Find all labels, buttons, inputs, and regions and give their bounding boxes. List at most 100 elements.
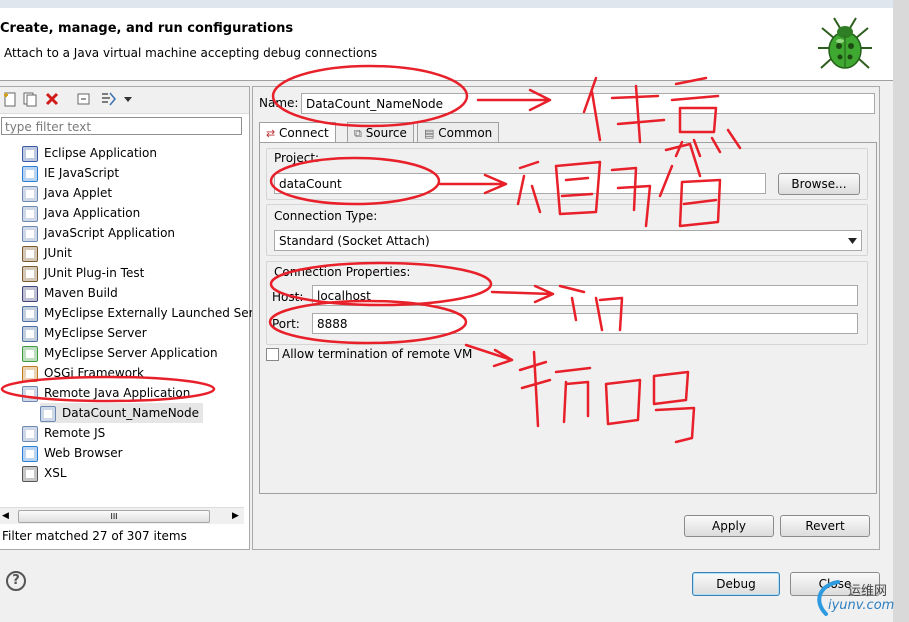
tab-common[interactable]: ▤ Common [417,122,500,143]
project-label: Project: [274,151,320,165]
name-label: Name: [259,96,299,110]
myeclipse-server-app-icon [22,345,38,362]
myeclipse-ext-icon [22,305,38,322]
duplicate-icon[interactable] [22,91,38,107]
osgi-icon [22,365,38,382]
junit-icon [22,245,38,262]
remote-config-icon [40,405,56,422]
java-app-icon [22,205,38,222]
configuration-tree: Eclipse Application IE JavaScript Java App… [0,143,254,503]
junit-plugin-icon [22,265,38,282]
source-icon: ⧉ [354,127,362,140]
browse-button[interactable]: Browse... [778,173,860,195]
connection-type-select[interactable]: Standard (Socket Attach) [274,230,862,251]
tree-item[interactable]: OSGi Framework [22,363,144,383]
revert-button[interactable]: Revert [780,515,870,537]
tree-item-label: Remote JS [44,426,106,440]
tree-item[interactable]: MyEclipse Server [22,323,147,343]
remote-js-icon [22,425,38,442]
dropdown-arrow-icon [848,238,857,244]
tree-item-label: Java Applet [44,186,113,200]
watermark-domain: iyunv.com [828,598,895,613]
eclipse-icon [22,145,38,162]
scroll-left-icon[interactable]: ◀ [2,511,9,521]
tree-item-label: JUnit Plug-in Test [44,266,145,280]
debug-button[interactable]: Debug [692,572,780,596]
tree-item-label: Web Browser [44,446,123,460]
tree-item-label: IE JavaScript [44,166,120,180]
applet-icon [22,185,38,202]
watermark-logo: 运维网 iyunv.com [812,578,896,618]
tree-item[interactable]: Remote JS [22,423,105,443]
watermark-brand: 运维网 [848,584,888,599]
tree-item-label: JUnit [44,246,72,260]
port-label: Port: [272,317,300,331]
tree-item-label: MyEclipse Externally Launched Ser [44,306,254,320]
chevron-down-icon[interactable] [120,91,136,107]
connection-type-value: Standard (Socket Attach) [279,234,430,248]
debug-bug-icon [818,17,872,69]
xsl-icon [22,465,38,482]
filter-status: Filter matched 27 of 307 items [2,529,187,543]
connect-icon: ⇄ [266,127,276,140]
collapse-all-icon[interactable] [76,91,92,107]
browser-icon [22,445,38,462]
tree-item[interactable]: JUnit [22,243,72,263]
tab-source-label: Source [365,126,407,140]
connection-properties-label: Connection Properties: [274,265,411,279]
tree-item[interactable]: DataCount_NameNode [40,403,204,423]
filter-input[interactable]: type filter text [1,117,242,135]
window-edge [893,0,909,622]
allow-termination-checkbox[interactable] [266,348,279,361]
host-label: Host: [272,290,304,304]
globe-icon [22,165,38,182]
configuration-editor: Name: DataCount_NameNode ⇄ Connect ⧉ Sou… [252,86,880,550]
horizontal-scrollbar[interactable]: ◀ III ▶ [0,507,244,524]
tab-common-label: Common [438,126,493,140]
scroll-thumb[interactable]: III [18,510,210,523]
tree-item-label: Remote Java Application [44,386,191,400]
tree-item[interactable]: IE JavaScript [22,163,119,183]
tree-item[interactable]: Remote Java Application [22,383,190,403]
scroll-right-icon[interactable]: ▶ [232,511,239,521]
filter-icon[interactable] [100,91,116,107]
tree-item[interactable]: JUnit Plug-in Test [22,263,144,283]
tree-toolbar [0,87,249,114]
connect-tab-body: Project: dataCount Browse... Connection … [259,142,877,494]
remote-java-icon [22,385,38,402]
tree-item[interactable]: JavaScript Application [22,223,175,243]
tree-item[interactable]: Web Browser [22,443,123,463]
common-icon: ▤ [424,127,435,140]
header-title: Create, manage, and run configurations [0,21,294,36]
tree-item-label: DataCount_NameNode [62,406,200,420]
js-app-icon [22,225,38,242]
allow-termination-label: Allow termination of remote VM [282,347,473,361]
name-input[interactable]: DataCount_NameNode [301,93,875,114]
maven-icon [22,285,38,302]
new-config-icon[interactable] [2,91,18,107]
host-input[interactable]: localhost [312,285,858,306]
scroll-grip: III [110,512,118,521]
tree-item-label: MyEclipse Server Application [44,346,218,360]
tree-item[interactable]: MyEclipse Externally Launched Ser [22,303,254,323]
tree-item[interactable]: Eclipse Application [22,143,157,163]
tree-item[interactable]: MyEclipse Server Application [22,343,218,363]
project-input[interactable]: dataCount [274,173,766,194]
myeclipse-server-icon [22,325,38,342]
port-input[interactable]: 8888 [312,313,858,334]
tree-item-label: XSL [44,466,67,480]
help-icon[interactable]: ? [6,571,26,591]
dialog-header: Create, manage, and run configurations A… [0,8,893,81]
tree-item-label: OSGi Framework [44,366,144,380]
tab-source[interactable]: ⧉ Source [347,122,414,143]
tree-item-label: MyEclipse Server [44,326,147,340]
apply-button[interactable]: Apply [684,515,774,537]
tree-item[interactable]: XSL [22,463,67,483]
tab-connect-label: Connect [279,126,329,140]
tab-connect[interactable]: ⇄ Connect [259,122,336,143]
delete-icon[interactable] [44,91,60,107]
configuration-tree-panel: type filter text Eclipse Application IE J… [0,86,254,550]
tree-item[interactable]: Java Applet [22,183,112,203]
tree-item[interactable]: Java Application [22,203,140,223]
tree-item[interactable]: Maven Build [22,283,118,303]
